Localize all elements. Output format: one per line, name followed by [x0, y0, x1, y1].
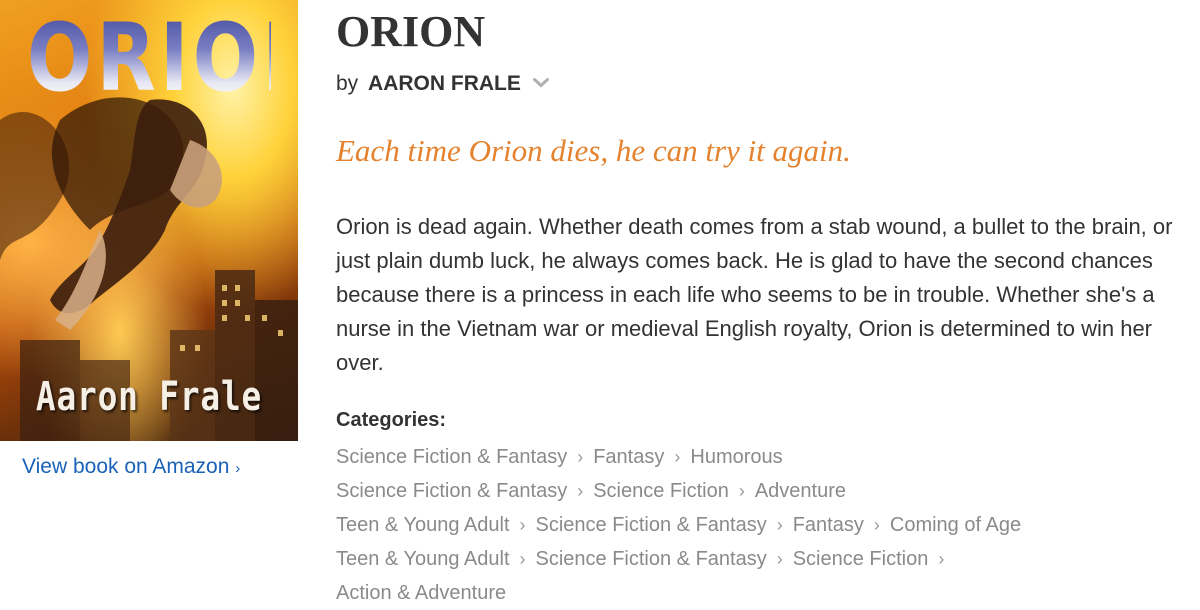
category-path: Teen & Young Adult › Science Fiction & Fan… [336, 542, 1156, 576]
category-link[interactable]: Science Fiction & Fantasy [536, 514, 767, 536]
category-link[interactable]: Adventure [755, 480, 846, 502]
category-link[interactable]: Action & Adventure [336, 582, 506, 604]
breadcrumb-separator-icon: › [519, 515, 526, 535]
breadcrumb-separator-icon: › [738, 481, 745, 501]
view-on-amazon-link[interactable]: View book on Amazon › [22, 455, 240, 479]
amazon-link-label: View book on Amazon [22, 455, 230, 478]
category-link[interactable]: Science Fiction [593, 480, 729, 502]
category-path: Science Fiction & Fantasy › Fantasy › Humoro… [336, 440, 1156, 474]
author-name[interactable]: AARON FRALE [368, 72, 521, 95]
category-link[interactable]: Teen & Young Adult [336, 548, 510, 570]
chevron-down-icon[interactable] [532, 70, 549, 94]
category-link[interactable]: Fantasy [793, 514, 864, 536]
tagline: Each time Orion dies, he can try it agai… [336, 133, 851, 168]
category-link[interactable]: Science Fiction [793, 548, 929, 570]
breadcrumb-separator-icon: › [873, 515, 880, 535]
book-description: Orion is dead again. Whether death comes… [336, 214, 1173, 375]
chevron-right-icon: › [235, 460, 241, 477]
categories-list: Science Fiction & Fantasy › Fantasy › Humoro… [336, 440, 1156, 610]
by-prefix: by [336, 72, 359, 95]
book-cover-image[interactable]: ORION Aaron Frale [0, 0, 298, 441]
cover-title: ORION [27, 12, 298, 106]
cover-author: Aaron Frale [35, 374, 263, 420]
category-link[interactable]: Fantasy [593, 446, 664, 468]
category-link[interactable]: Teen & Young Adult [336, 514, 510, 536]
category-link[interactable]: Humorous [690, 446, 782, 468]
category-link[interactable]: Science Fiction & Fantasy [336, 480, 567, 502]
breadcrumb-separator-icon: › [776, 549, 783, 569]
byline: by AARON FRALE [336, 70, 549, 96]
breadcrumb-separator-icon: › [519, 549, 526, 569]
book-title: ORION [336, 7, 486, 56]
category-path: Action & Adventure [336, 576, 1156, 610]
category-path: Science Fiction & Fantasy › Science Fictio… [336, 474, 1156, 508]
category-link[interactable]: Science Fiction & Fantasy [536, 548, 767, 570]
breadcrumb-separator-icon: › [577, 447, 584, 467]
breadcrumb-separator-icon: › [776, 515, 783, 535]
breadcrumb-separator-icon: › [577, 481, 584, 501]
breadcrumb-separator-icon: › [938, 549, 945, 569]
category-link[interactable]: Coming of Age [890, 514, 1021, 536]
category-path: Teen & Young Adult › Science Fiction & Fan… [336, 508, 1156, 542]
categories-label: Categories: [336, 409, 447, 431]
breadcrumb-separator-icon: › [674, 447, 681, 467]
category-link[interactable]: Science Fiction & Fantasy [336, 446, 567, 468]
